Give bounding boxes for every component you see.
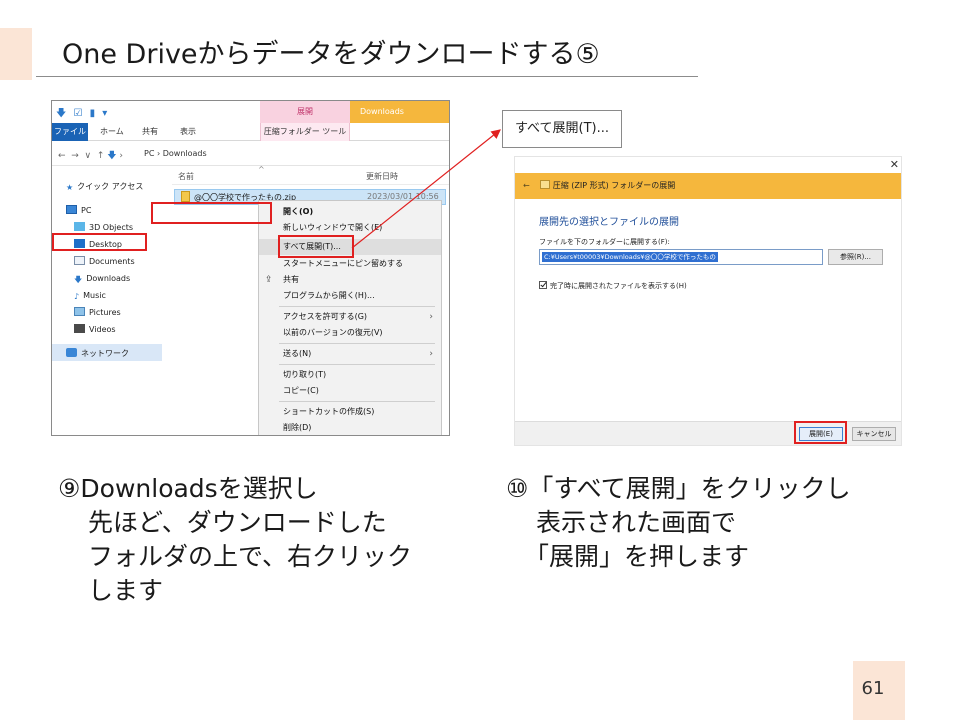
- slide-title: One Driveからデータをダウンロードする⑤: [62, 39, 600, 70]
- ribbon-tab-view[interactable]: 表示: [180, 123, 196, 141]
- window-title: Downloads: [350, 101, 449, 123]
- video-icon: [74, 324, 85, 333]
- breadcrumb-downloads[interactable]: Downloads: [163, 149, 207, 158]
- dialog-topbar: ✕: [515, 157, 901, 173]
- sort-chevron-icon: ^: [258, 165, 265, 174]
- cancel-button[interactable]: キャンセル: [852, 427, 896, 441]
- destination-path-input[interactable]: C:¥Users¥t00003¥Downloads¥@〇〇学校で作ったもの: [539, 249, 823, 265]
- dialog-title-bar: ← 圧縮 (ZIP 形式) フォルダーの展開: [515, 173, 901, 199]
- step-9-line-4: します: [88, 576, 164, 605]
- nav-arrows-icon[interactable]: ← → ∨ ↑ 🡇 ›: [58, 148, 123, 164]
- network-icon: [66, 348, 77, 357]
- column-header-date[interactable]: 更新日時: [366, 171, 398, 182]
- destination-label: ファイルを下のフォルダーに展開する(F):: [539, 238, 670, 246]
- share-icon: ⇪: [265, 275, 273, 285]
- menu-item-pin-to-start[interactable]: スタートメニューにピン留めする: [259, 256, 441, 272]
- title-accent-block: [0, 28, 32, 80]
- title-underline: [36, 76, 698, 77]
- zip-folder-icon: [181, 191, 190, 202]
- sidebar-item-quick-access[interactable]: ★ クイック アクセス: [66, 179, 143, 195]
- file-list-header: 名前 ^ 更新日時: [172, 165, 449, 185]
- submenu-arrow-icon: ›: [429, 349, 433, 359]
- breadcrumb-pc[interactable]: PC: [144, 149, 154, 158]
- step-9-description: ⑨Downloadsを選択し 先ほど、ダウンロードした フォルダの上で、右クリッ…: [58, 472, 412, 608]
- navigation-pane: ★ クイック アクセス PC 3D Objects Desktop Documen…: [52, 167, 164, 435]
- star-icon: ★: [66, 183, 74, 192]
- menu-item-restore-previous[interactable]: 以前のバージョンの復元(V): [259, 325, 441, 341]
- download-icon: 🡇: [74, 275, 83, 284]
- menu-item-open-with[interactable]: プログラムから開く(H)...: [259, 288, 441, 304]
- menu-item-give-access[interactable]: アクセスを許可する(G) ›: [259, 309, 441, 325]
- context-tab-extract[interactable]: 展開: [260, 101, 350, 123]
- explorer-screenshot: 🡇 ☑ ▮ ▾ 展開 Downloads ファイル ホーム 共有 表示 圧縮フォ…: [51, 100, 450, 436]
- picture-icon: [74, 307, 85, 316]
- step-9-line-2: 先ほど、ダウンロードした: [88, 508, 387, 537]
- ribbon-tab-home[interactable]: ホーム: [100, 123, 124, 141]
- menu-item-create-shortcut[interactable]: ショートカットの作成(S): [259, 404, 441, 420]
- sidebar-item-documents[interactable]: Documents: [74, 254, 135, 270]
- step-9-line-1: ⑨Downloadsを選択し: [58, 474, 318, 503]
- ribbon-tabs: ファイル ホーム 共有 表示 圧縮フォルダー ツール: [52, 123, 449, 141]
- computer-icon: [66, 205, 77, 214]
- browse-button[interactable]: 参照(R)...: [828, 249, 883, 265]
- menu-item-cut[interactable]: 切り取り(T): [259, 367, 441, 383]
- dialog-title: 圧縮 (ZIP 形式) フォルダーの展開: [552, 181, 676, 190]
- show-files-label: 完了時に展開されたファイルを表示する(H): [550, 282, 687, 290]
- highlight-file-row: [151, 202, 272, 224]
- music-icon: ♪: [74, 292, 80, 301]
- zip-folder-icon: [539, 180, 550, 189]
- show-files-checkbox[interactable]: 完了時に展開されたファイルを表示する(H): [539, 281, 687, 291]
- menu-separator: [279, 401, 435, 402]
- menu-item-open[interactable]: 開く(O): [259, 204, 441, 220]
- sidebar-item-downloads[interactable]: 🡇 Downloads: [74, 271, 130, 287]
- sidebar-item-pictures[interactable]: Pictures: [74, 305, 121, 321]
- extract-dialog: ✕ ← 圧縮 (ZIP 形式) フォルダーの展開 展開先の選択とファイルの展開 フ…: [514, 156, 902, 446]
- back-arrow-icon[interactable]: ←: [523, 181, 530, 190]
- ribbon-tab-share[interactable]: 共有: [142, 123, 158, 141]
- close-icon[interactable]: ✕: [890, 158, 899, 171]
- column-header-name[interactable]: 名前: [178, 171, 194, 182]
- ribbon-tab-file[interactable]: ファイル: [52, 123, 88, 141]
- callout-extract-all: すべて展開(T)...: [502, 110, 622, 148]
- submenu-arrow-icon: ›: [429, 312, 433, 322]
- document-icon: [74, 256, 85, 265]
- menu-separator: [279, 343, 435, 344]
- highlight-extract-button: [794, 421, 847, 444]
- ribbon-tab-zip-tools[interactable]: 圧縮フォルダー ツール: [260, 123, 350, 141]
- menu-separator: [279, 306, 435, 307]
- checkbox-checked-icon: [539, 281, 547, 289]
- sidebar-item-music[interactable]: ♪ Music: [74, 288, 106, 304]
- sidebar-item-videos[interactable]: Videos: [74, 322, 116, 338]
- step-10-description: ⑩「すべて展開」をクリックし 表示された画面で 「展開」を押します: [506, 472, 851, 574]
- step-10-line-3: 「展開」を押します: [524, 542, 750, 571]
- menu-item-share[interactable]: ⇪ 共有: [259, 272, 441, 288]
- highlight-extract-all: [278, 235, 354, 258]
- menu-item-copy[interactable]: コピー(C): [259, 383, 441, 399]
- destination-path-value: C:¥Users¥t00003¥Downloads¥@〇〇学校で作ったもの: [542, 252, 718, 262]
- step-9-line-3: フォルダの上で、右クリック: [88, 542, 413, 571]
- menu-item-send-to[interactable]: 送る(N) ›: [259, 346, 441, 362]
- highlight-desktop: [52, 233, 147, 251]
- page-number: 61: [861, 678, 885, 699]
- step-10-line-2: 表示された画面で: [536, 508, 737, 537]
- address-bar: ← → ∨ ↑ 🡇 › PC › Downloads: [52, 142, 449, 166]
- cube-icon: [74, 222, 85, 231]
- menu-item-delete[interactable]: 削除(D): [259, 420, 441, 435]
- breadcrumb[interactable]: PC › Downloads: [144, 149, 207, 158]
- step-10-line-1: ⑩「すべて展開」をクリックし: [506, 474, 851, 503]
- sidebar-item-network[interactable]: ネットワーク: [66, 346, 129, 362]
- dialog-heading: 展開先の選択とファイルの展開: [539, 217, 679, 228]
- quick-access-icons: 🡇 ☑ ▮ ▾: [56, 108, 110, 119]
- menu-item-open-new-window[interactable]: 新しいウィンドウで開く(E): [259, 220, 441, 236]
- menu-separator: [279, 364, 435, 365]
- sidebar-item-pc[interactable]: PC: [66, 203, 91, 219]
